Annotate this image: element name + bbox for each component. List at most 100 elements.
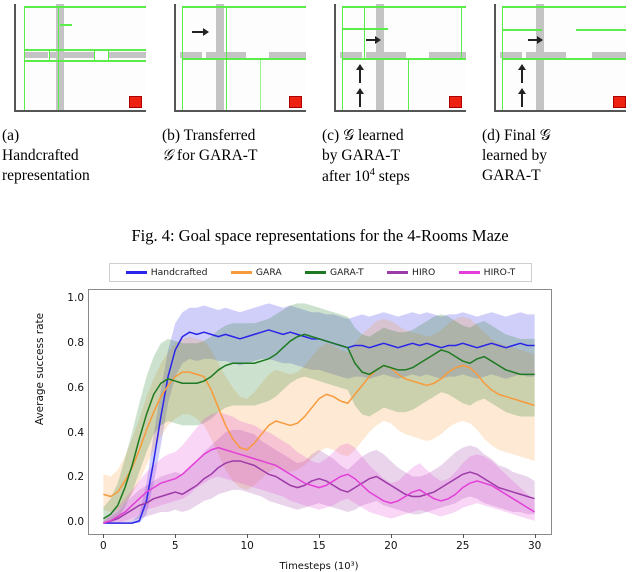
goal-region-line-mid-h xyxy=(23,49,50,51)
goal-region-line-mid-h2 xyxy=(23,60,146,62)
subcaption-c: (c) 𝒢 learned by GARA-T after 104 steps xyxy=(320,126,480,216)
legend-label: GARA xyxy=(255,267,282,278)
subcaption-d-line1: (d) Final 𝒢 xyxy=(482,127,551,144)
maze-panel-d xyxy=(480,0,640,124)
x-tick-label: 5 xyxy=(171,540,179,552)
goal-region-line-vert-short xyxy=(48,49,51,61)
subcaption-a-line3: representation xyxy=(2,166,90,184)
transition-arrow-up-1 xyxy=(355,64,364,83)
maze-x-axis xyxy=(334,109,466,112)
x-tick-mark xyxy=(175,534,177,538)
y-tick-label: 0.2 xyxy=(67,471,84,484)
legend-label: GARA-T xyxy=(330,267,364,278)
goal-region-line-left xyxy=(23,6,26,110)
subcaption-a-line1: (a) xyxy=(2,127,20,144)
subcaption-b: (b) Transferred 𝒢 for GARA-T xyxy=(160,126,320,216)
x-tick-label: 10 xyxy=(240,540,254,552)
legend-item-gara: GARA xyxy=(230,267,282,278)
goal-region-line-vert-mid xyxy=(363,6,366,58)
subcaption-c-line3: after 104 steps xyxy=(322,166,410,185)
legend-label: HIRO xyxy=(412,267,436,278)
goal-region-line-right-v xyxy=(460,6,462,58)
goal-region-line-top xyxy=(501,6,626,8)
y-tick-label: 1.0 xyxy=(67,292,84,305)
maze-canvas-b xyxy=(175,4,306,110)
maze-canvas-c xyxy=(335,4,466,110)
goal-region-line-sub-h-left xyxy=(501,29,542,31)
goal-region-line-vert-right xyxy=(259,58,261,110)
wall-horizontal-right xyxy=(107,52,146,58)
legend-swatch xyxy=(230,271,252,274)
goal-region-line-mid-h xyxy=(181,58,306,60)
goal-block xyxy=(613,95,626,108)
chart-legend: Handcrafted GARA GARA-T HIRO HIRO-T xyxy=(109,263,532,282)
subcaption-b-line2-text: for GARA-T xyxy=(173,146,258,164)
y-tick-label: 0.6 xyxy=(67,381,84,394)
transition-arrow-right xyxy=(365,36,381,44)
goal-block xyxy=(449,95,462,108)
x-tick-mark xyxy=(319,534,320,538)
subcaption-row: (a) Handcrafted representation (b) Trans… xyxy=(0,126,640,216)
y-tick-label: 0.8 xyxy=(67,336,84,349)
legend-label: HIRO-T xyxy=(483,267,516,278)
maze-canvas-d xyxy=(495,4,626,110)
plot-svg xyxy=(102,303,536,524)
maze-x-axis xyxy=(494,109,626,112)
goal-region-line-sub-h xyxy=(341,28,388,30)
goal-region-line-mid-h3 xyxy=(48,49,146,51)
maze-plot-a xyxy=(14,4,146,112)
transition-arrow-up-1 xyxy=(517,64,526,83)
goal-region-line-outer-top xyxy=(23,6,146,8)
legend-item-handcrafted: Handcrafted xyxy=(125,267,208,278)
wall-vertical xyxy=(215,4,224,48)
x-tick-mark xyxy=(462,534,464,538)
maze-plot-d xyxy=(494,4,626,112)
goal-region-line-short xyxy=(59,24,72,26)
y-tick-label: 0.4 xyxy=(67,426,84,439)
plot-area xyxy=(88,289,552,535)
legend-swatch xyxy=(387,271,409,274)
subcaption-b-line2: 𝒢 for GARA-T xyxy=(162,146,312,166)
transition-arrow-up-2 xyxy=(517,88,526,107)
subcaption-a: (a) Handcrafted representation xyxy=(0,126,160,216)
goal-region-line-vert-mid xyxy=(57,6,60,110)
goal-region-line-vert-lower xyxy=(407,58,410,110)
maze-panel-c xyxy=(320,0,480,124)
maze-canvas-a xyxy=(15,4,146,110)
goal-region-line-top xyxy=(341,6,466,8)
goal-block xyxy=(289,95,302,108)
maze-plot-c xyxy=(334,4,466,112)
x-axis-label: Timesteps (10³) xyxy=(279,561,359,572)
legend-item-hiro-t: HIRO-T xyxy=(458,267,516,278)
maze-panel-b xyxy=(160,0,320,124)
subcaption-a-line2: Handcrafted xyxy=(2,146,79,164)
legend-swatch xyxy=(305,271,327,274)
x-tick-label: 25 xyxy=(456,540,470,552)
maze-panel-a xyxy=(0,0,160,124)
maze-panel-row xyxy=(0,0,640,124)
y-axis-ticks: 0.0 0.2 0.4 0.6 0.8 1.0 xyxy=(44,285,132,535)
goal-region-line-mid-h xyxy=(501,58,626,60)
subcaption-d-line2: learned by xyxy=(482,146,547,164)
transition-arrow-up-2 xyxy=(355,88,364,107)
goal-region-line-vert-short2 xyxy=(93,49,96,61)
subcaption-b-line1: (b) Transferred xyxy=(162,127,256,144)
subcaption-c-line2: by GARA-T xyxy=(322,146,400,164)
x-tick-label: 15 xyxy=(312,540,326,552)
maze-x-axis xyxy=(174,109,306,112)
subcaption-c-line1: (c) 𝒢 learned xyxy=(322,127,404,144)
x-axis-ticks: 0 5 10 15 20 25 30 xyxy=(88,534,550,556)
goal-region-line-mid-h xyxy=(341,58,466,60)
legend-item-hiro: HIRO xyxy=(387,267,435,278)
x-tick-mark xyxy=(390,534,392,538)
wall-horizontal-mid xyxy=(48,52,94,58)
x-tick-mark xyxy=(534,534,536,538)
y-tick-label: 0.0 xyxy=(67,516,84,529)
script-g-symbol: 𝒢 xyxy=(162,145,174,164)
legend-swatch xyxy=(458,271,480,274)
goal-region-line-top xyxy=(181,6,306,8)
x-tick-label: 0 xyxy=(100,540,107,552)
subcaption-d-line3: GARA-T xyxy=(482,166,541,184)
transition-arrow-right xyxy=(191,28,209,36)
x-tick-label: 30 xyxy=(527,540,542,552)
